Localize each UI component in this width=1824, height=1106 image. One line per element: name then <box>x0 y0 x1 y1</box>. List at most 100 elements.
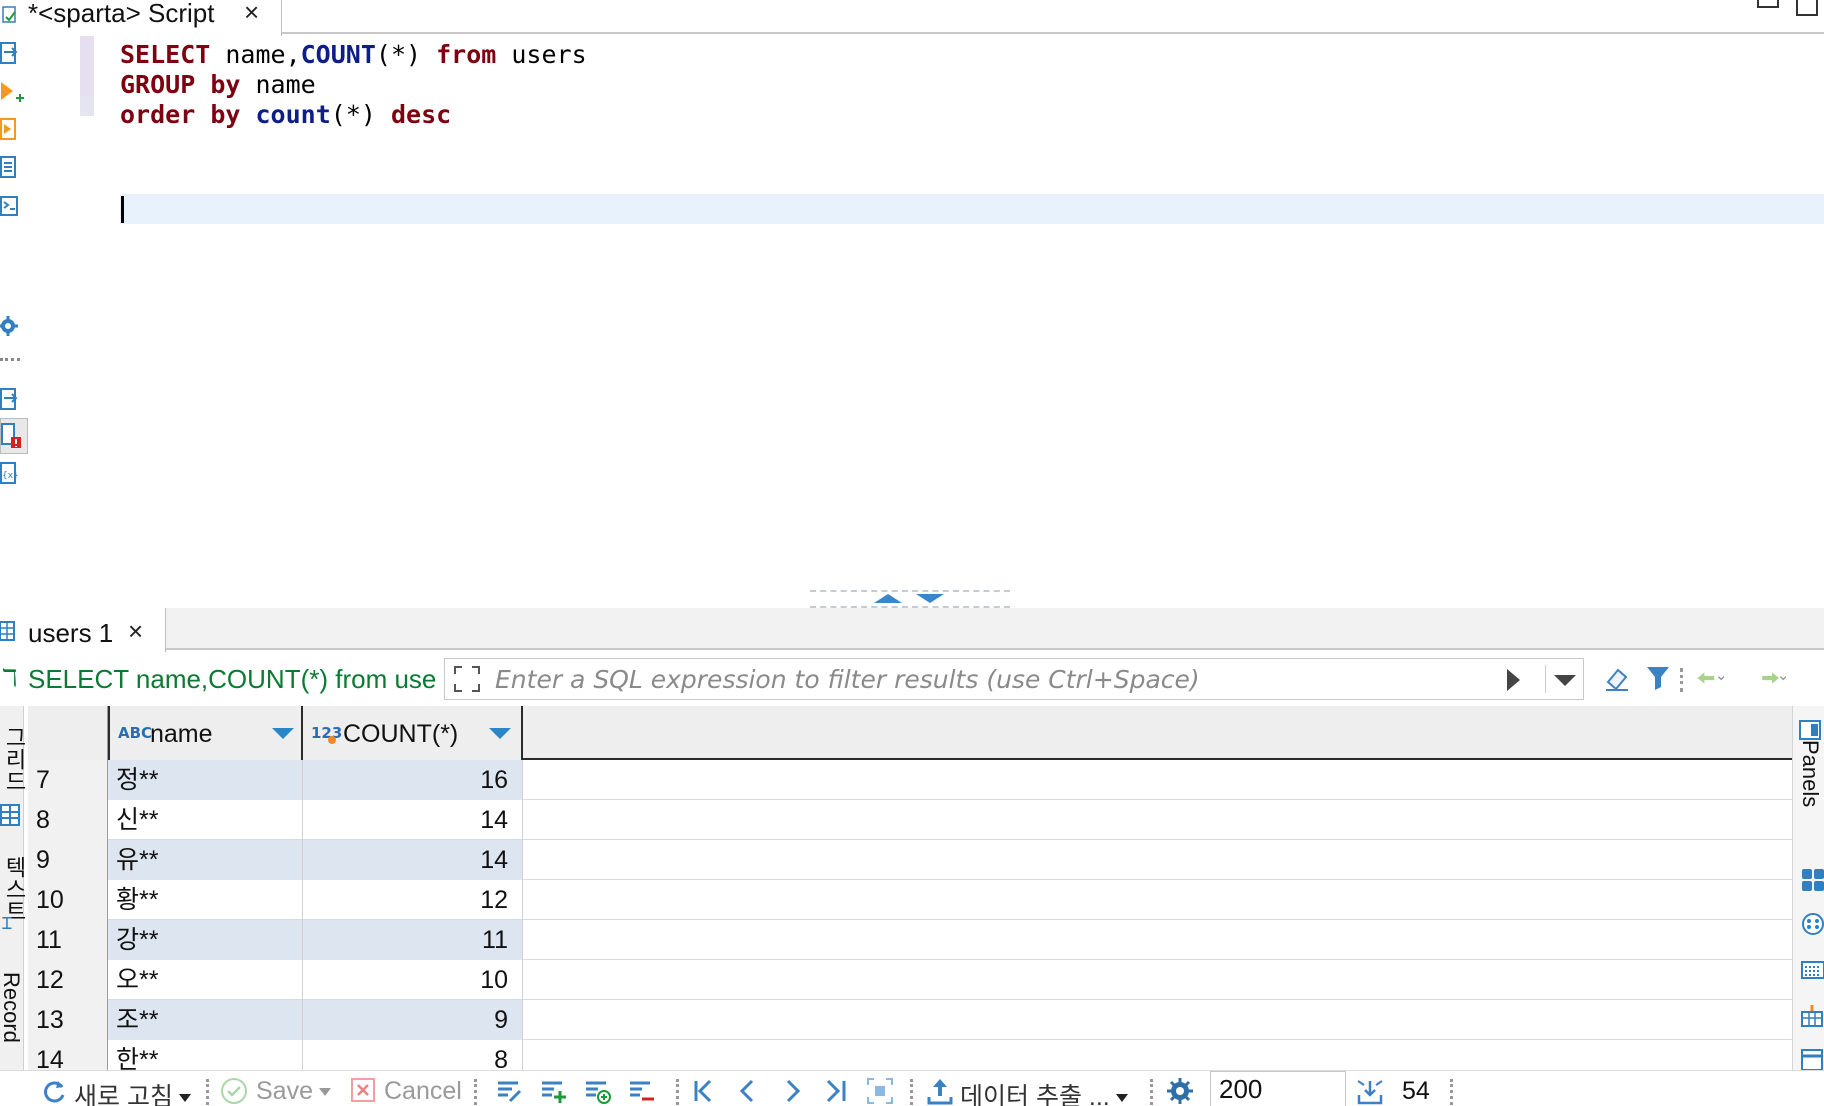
maximize-results-icon[interactable] <box>916 594 944 603</box>
save-button[interactable]: Save <box>256 1077 331 1106</box>
row-number-header[interactable] <box>28 706 108 760</box>
tab-script[interactable]: *<sparta> Script × <box>0 0 282 36</box>
copy-row-icon[interactable] <box>584 1077 612 1105</box>
last-page-icon[interactable] <box>822 1077 850 1105</box>
editor-side-toolbar: {x} <box>0 36 30 596</box>
calculator-icon[interactable] <box>1801 868 1824 892</box>
text-caret <box>121 196 124 223</box>
chevron-down-icon[interactable] <box>1115 1094 1128 1103</box>
export-data-button[interactable]: 데이터 추출 ... <box>960 1077 1128 1106</box>
text-view-icon[interactable]: Ꮖ <box>2 916 13 934</box>
execute-statement-icon[interactable] <box>0 40 26 68</box>
cell-count[interactable]: 10 <box>303 960 523 1000</box>
table-row[interactable]: 11 강** 11 <box>28 920 1792 960</box>
gear-icon[interactable] <box>0 312 26 340</box>
metadata-icon[interactable] <box>1801 1048 1824 1072</box>
cell-count[interactable]: 11 <box>303 920 523 960</box>
next-page-icon[interactable] <box>778 1077 806 1105</box>
table-row[interactable]: 8 신** 14 <box>28 800 1792 840</box>
fetch-size-input[interactable] <box>1210 1071 1346 1106</box>
function-count: COUNT <box>300 40 376 69</box>
previous-page-icon[interactable] <box>734 1077 762 1105</box>
cell-count[interactable]: 16 <box>303 760 523 800</box>
chevron-down-icon[interactable] <box>318 1088 331 1097</box>
cell-name[interactable]: 신** <box>108 800 303 840</box>
table-row[interactable]: 14 한** 8 <box>28 1040 1792 1070</box>
back-arrow-icon[interactable] <box>1696 664 1724 692</box>
code-text: name <box>240 70 316 99</box>
tab-results-users[interactable]: users 1 × <box>0 608 166 652</box>
refresh-button[interactable]: 새로 고침 <box>74 1077 191 1106</box>
chevron-down-icon[interactable] <box>272 728 294 739</box>
cell-name[interactable]: 강** <box>108 920 303 960</box>
toolbar-separator <box>1680 668 1683 692</box>
cancel-button[interactable]: Cancel <box>384 1077 462 1106</box>
forward-arrow-icon[interactable] <box>1758 664 1786 692</box>
keyword-order: order <box>120 100 196 129</box>
add-row-icon[interactable] <box>540 1077 568 1105</box>
problems-button[interactable] <box>0 418 28 454</box>
table-row[interactable]: 7 정** 16 <box>28 760 1792 800</box>
first-page-icon[interactable] <box>690 1077 718 1105</box>
explain-plan-icon[interactable] <box>0 154 26 182</box>
table-row[interactable]: 12 오** 10 <box>28 960 1792 1000</box>
export-icon[interactable] <box>926 1077 954 1105</box>
chevron-down-icon[interactable] <box>178 1094 191 1103</box>
close-icon[interactable]: × <box>128 616 143 647</box>
tab-record-view[interactable]: Record <box>0 972 24 1043</box>
cell-count[interactable]: 12 <box>303 880 523 920</box>
delete-row-icon[interactable] <box>628 1077 656 1105</box>
cell-name[interactable]: 정** <box>108 760 303 800</box>
expand-icon[interactable] <box>453 665 481 693</box>
cell-count[interactable]: 14 <box>303 840 523 880</box>
terminal-icon[interactable] <box>0 192 26 220</box>
sql-editor[interactable]: SELECT name,COUNT(*) from users GROUP by… <box>30 36 1824 596</box>
row-count-icon[interactable] <box>1356 1077 1384 1105</box>
results-grid[interactable]: ABC name 123 COUNT(*) 7 정** 16 8 신** 14 … <box>28 706 1792 1070</box>
panels-icon[interactable] <box>1799 720 1823 742</box>
cell-name[interactable]: 황** <box>108 880 303 920</box>
grid-view-icon[interactable] <box>0 802 22 828</box>
cell-name[interactable]: 유** <box>108 840 303 880</box>
filter-input[interactable] <box>495 659 1495 699</box>
table-row[interactable]: 10 황** 12 <box>28 880 1792 920</box>
minimize-icon[interactable] <box>1757 0 1779 8</box>
error-file-icon <box>1 423 21 448</box>
gear-icon[interactable] <box>1166 1077 1194 1105</box>
references-icon[interactable] <box>1801 912 1824 936</box>
column-header-count[interactable]: 123 COUNT(*) <box>303 706 523 760</box>
keyboard-icon[interactable] <box>1801 958 1824 982</box>
chevron-down-icon[interactable] <box>489 728 511 739</box>
filter-icon[interactable] <box>1644 664 1672 692</box>
cell-name[interactable]: 한** <box>108 1040 303 1070</box>
tab-panels[interactable]: Panels <box>1797 740 1823 807</box>
edit-row-icon[interactable] <box>496 1077 524 1105</box>
active-query-text[interactable]: SELECT name,COUNT(*) from users <box>28 664 438 695</box>
fetch-all-icon[interactable] <box>866 1077 894 1105</box>
cell-count[interactable]: 14 <box>303 800 523 840</box>
load-script-icon[interactable] <box>0 386 26 414</box>
tab-grid-view[interactable]: 그리드 <box>0 726 30 792</box>
maximize-editor-icon[interactable] <box>874 594 902 603</box>
table-row[interactable]: 9 유** 14 <box>28 840 1792 880</box>
table-row[interactable]: 13 조** 9 <box>28 1000 1792 1040</box>
tab-text-view[interactable]: 텍스트 <box>0 856 30 922</box>
cell-name[interactable]: 조** <box>108 1000 303 1040</box>
eraser-icon[interactable] <box>1604 664 1632 692</box>
maximize-icon[interactable] <box>1796 0 1818 16</box>
cell-name[interactable]: 오** <box>108 960 303 1000</box>
refresh-icon[interactable] <box>40 1077 68 1105</box>
filter-history-dropdown[interactable] <box>1545 665 1581 693</box>
keyword-select: SELECT <box>120 40 211 69</box>
row-count: 54 <box>1402 1077 1430 1105</box>
apply-filter-icon[interactable] <box>1507 669 1520 691</box>
execute-script-icon[interactable] <box>0 116 26 144</box>
variables-icon[interactable]: {x} <box>0 460 26 488</box>
cell-count[interactable]: 8 <box>303 1040 523 1070</box>
execute-new-tab-icon[interactable] <box>0 78 26 106</box>
grouping-icon[interactable] <box>1801 1004 1824 1028</box>
cell-count[interactable]: 9 <box>303 1000 523 1040</box>
panel-splitter[interactable] <box>810 590 1010 608</box>
close-icon[interactable]: × <box>244 0 259 25</box>
column-header-name[interactable]: ABC name <box>108 706 303 760</box>
